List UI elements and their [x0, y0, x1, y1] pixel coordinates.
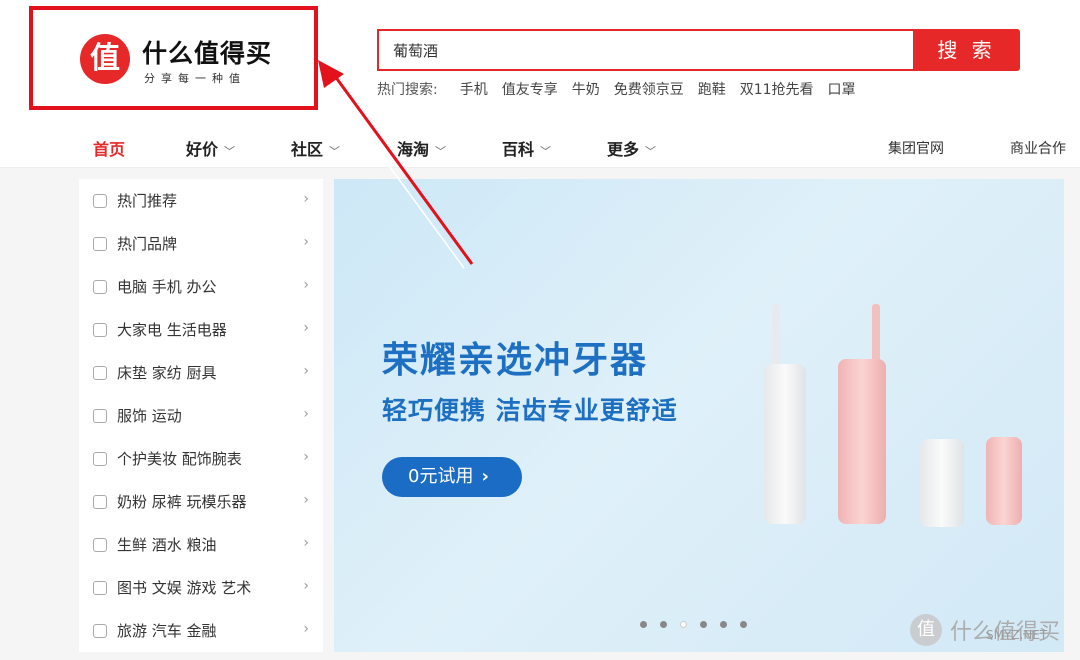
arrow-shaft-inner [325, 79, 465, 269]
watermark-url: SMYZ.NET [986, 628, 1048, 642]
annotation-arrow [318, 60, 474, 269]
watermark-logo-icon: 值 [910, 614, 942, 646]
arrow-shaft-outer [330, 71, 474, 265]
watermark: 值 什么值得买 SMYZ.NET [910, 614, 1060, 646]
